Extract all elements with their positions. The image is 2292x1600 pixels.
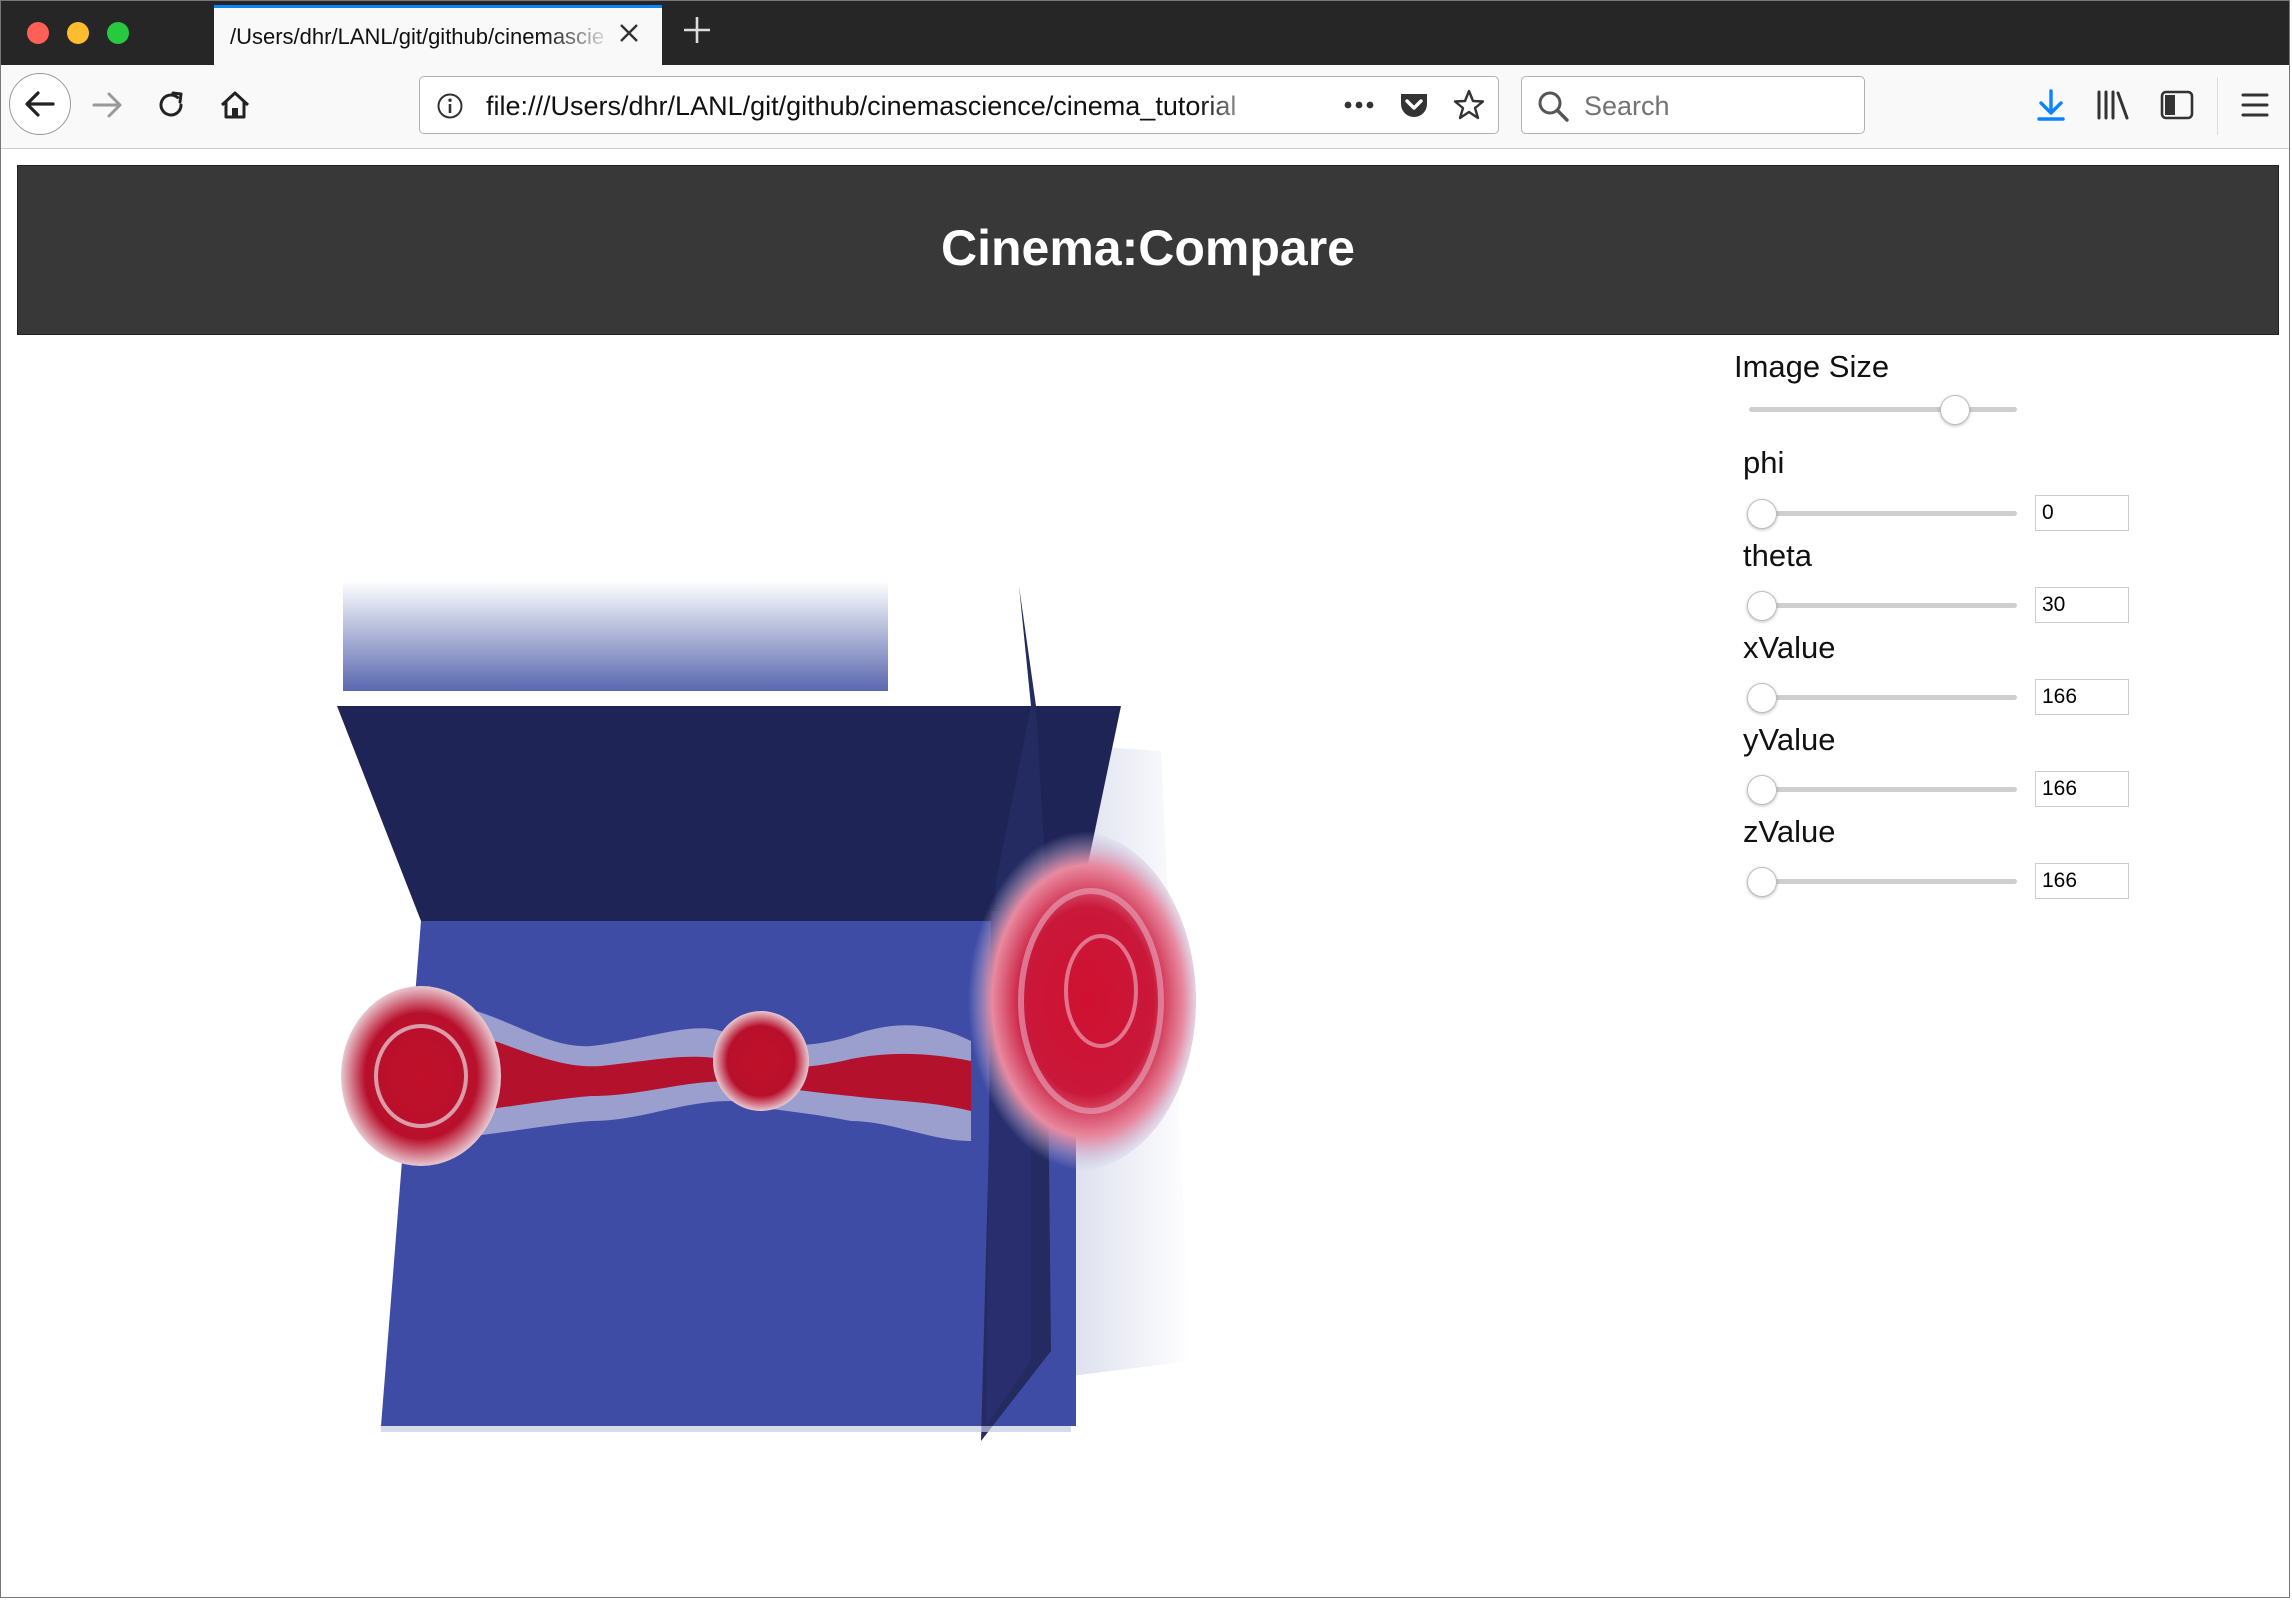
phi-input[interactable] xyxy=(2035,495,2129,531)
yvalue-slider[interactable] xyxy=(1749,787,2017,792)
back-button[interactable] xyxy=(9,73,71,135)
yvalue-label: yValue xyxy=(1743,722,1836,757)
sidebar-icon xyxy=(2160,90,2194,120)
pocket-icon[interactable] xyxy=(1398,89,1430,126)
theta-slider[interactable] xyxy=(1749,603,2017,608)
forward-arrow-icon xyxy=(92,92,122,118)
browser-window: /Users/dhr/LANL/git/github/cinemascience xyxy=(0,0,2290,1598)
page-title: Cinema:Compare xyxy=(941,220,1355,276)
tab-strip: /Users/dhr/LANL/git/github/cinemascience xyxy=(1,1,2289,65)
reload-icon xyxy=(159,91,183,117)
search-icon xyxy=(1536,89,1570,128)
more-dots-icon[interactable] xyxy=(1342,93,1376,122)
url-text: file:///Users/dhr/LANL/git/github/cinema… xyxy=(486,91,1237,121)
url-bar[interactable]: file:///Users/dhr/LANL/git/github/cinema… xyxy=(419,76,1499,134)
theta-input[interactable] xyxy=(2035,587,2129,623)
maximize-window-button[interactable] xyxy=(107,22,129,44)
image-size-slider-thumb[interactable] xyxy=(1940,395,1971,425)
xvalue-label: xValue xyxy=(1743,630,1836,665)
zvalue-input[interactable] xyxy=(2035,863,2129,899)
close-tab-icon[interactable] xyxy=(614,20,644,50)
sidebar-button[interactable] xyxy=(2157,85,2197,125)
menu-icon xyxy=(2241,93,2269,117)
library-button[interactable] xyxy=(2093,85,2133,125)
back-arrow-icon xyxy=(25,91,55,117)
xvalue-slider[interactable] xyxy=(1749,695,2017,700)
cinema-image-viewer[interactable] xyxy=(331,581,1211,1441)
navigation-toolbar: file:///Users/dhr/LANL/git/github/cinema… xyxy=(1,65,2289,149)
library-icon xyxy=(2097,90,2129,120)
close-window-button[interactable] xyxy=(27,22,49,44)
yvalue-input[interactable] xyxy=(2035,771,2129,807)
new-tab-button[interactable] xyxy=(677,11,717,51)
zvalue-label: zValue xyxy=(1743,814,1836,849)
theta-label: theta xyxy=(1743,538,1812,573)
downloads-button[interactable] xyxy=(2031,85,2071,125)
menu-button[interactable] xyxy=(2235,85,2275,125)
search-placeholder: Search xyxy=(1584,91,1670,121)
phi-label: phi xyxy=(1743,445,1785,480)
minimize-window-button[interactable] xyxy=(67,22,89,44)
reload-button[interactable] xyxy=(151,85,191,125)
control-panel: Image Size phi theta xValue yValue zValu… xyxy=(1721,341,2141,941)
image-size-slider[interactable] xyxy=(1749,407,2017,412)
search-bar[interactable]: Search xyxy=(1521,76,1865,134)
home-button[interactable] xyxy=(215,85,255,125)
forward-button[interactable] xyxy=(87,85,127,125)
phi-slider-thumb[interactable] xyxy=(1747,499,1777,529)
xvalue-input[interactable] xyxy=(2035,679,2129,715)
simulation-render-image xyxy=(337,581,1196,1441)
yvalue-slider-thumb[interactable] xyxy=(1747,775,1777,805)
info-icon[interactable] xyxy=(436,92,464,125)
tab-active[interactable]: /Users/dhr/LANL/git/github/cinemascience xyxy=(214,5,662,65)
zvalue-slider[interactable] xyxy=(1749,879,2017,884)
download-icon xyxy=(2037,89,2065,121)
image-size-label: Image Size xyxy=(1734,349,1890,384)
toolbar-divider xyxy=(2217,77,2218,135)
page-header: Cinema:Compare xyxy=(17,165,2279,335)
xvalue-slider-thumb[interactable] xyxy=(1747,683,1777,713)
zvalue-slider-thumb[interactable] xyxy=(1747,867,1777,897)
phi-slider[interactable] xyxy=(1749,511,2017,516)
bookmark-star-icon[interactable] xyxy=(1452,88,1486,127)
home-icon xyxy=(220,91,250,119)
theta-slider-thumb[interactable] xyxy=(1747,591,1777,621)
